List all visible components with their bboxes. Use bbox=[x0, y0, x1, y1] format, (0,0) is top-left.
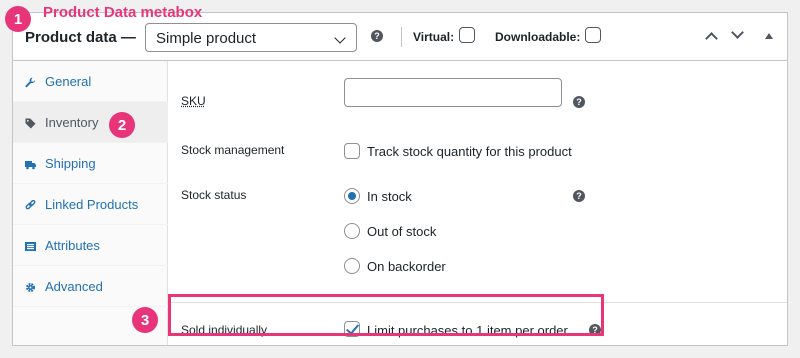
downloadable-checkbox[interactable] bbox=[585, 27, 601, 43]
move-down-icon[interactable] bbox=[731, 26, 744, 39]
tab-label: Attributes bbox=[45, 237, 100, 253]
truck-icon bbox=[25, 158, 36, 169]
tab-attributes[interactable]: Attributes bbox=[13, 225, 168, 266]
tab-advanced[interactable]: Advanced bbox=[13, 266, 168, 307]
annotation-badge-2: 2 bbox=[109, 112, 135, 138]
tab-general[interactable]: General bbox=[13, 61, 168, 102]
move-up-icon[interactable] bbox=[705, 32, 718, 45]
tab-shipping[interactable]: Shipping bbox=[13, 143, 168, 184]
chevron-down-icon bbox=[334, 32, 346, 44]
annotation-title: Product Data metabox bbox=[43, 4, 203, 21]
tab-label: Inventory bbox=[45, 114, 99, 130]
sku-input[interactable] bbox=[344, 78, 562, 107]
highlight-box bbox=[168, 294, 604, 336]
stock-radio-out-of-stock[interactable] bbox=[344, 223, 360, 239]
stock-management-label: Stock management bbox=[181, 143, 285, 157]
stock-option-label: Out of stock bbox=[367, 224, 437, 239]
product-type-select[interactable]: Simple product bbox=[145, 23, 357, 52]
virtual-checkbox[interactable] bbox=[459, 27, 475, 43]
list-icon bbox=[25, 240, 36, 251]
help-icon: ? bbox=[371, 30, 383, 42]
tab-label: Linked Products bbox=[45, 196, 139, 212]
product-type-value: Simple product bbox=[156, 30, 257, 47]
tab-label: General bbox=[45, 73, 92, 89]
link-icon bbox=[25, 199, 36, 210]
wrench-icon bbox=[25, 76, 36, 87]
stock-radio-in-stock[interactable] bbox=[344, 188, 360, 204]
gear-icon bbox=[25, 281, 36, 292]
sku-label: SKU bbox=[181, 94, 206, 108]
annotation-badge-1: 1 bbox=[5, 6, 31, 32]
annotation-badge-3: 3 bbox=[132, 307, 158, 333]
collapse-toggle-icon[interactable] bbox=[765, 33, 773, 39]
stock-radio-on-backorder[interactable] bbox=[344, 258, 360, 274]
product-data-tabs: General Inventory Shipping Linked Produc… bbox=[13, 61, 168, 345]
stock-option-label: On backorder bbox=[367, 259, 446, 274]
stock-status-label: Stock status bbox=[181, 188, 247, 202]
metabox-title: Product data — bbox=[25, 29, 136, 46]
tab-linked-products[interactable]: Linked Products bbox=[13, 184, 168, 225]
track-stock-checkbox[interactable] bbox=[344, 143, 360, 159]
virtual-label: Virtual: bbox=[413, 30, 455, 44]
track-stock-text: Track stock quantity for this product bbox=[367, 144, 572, 159]
header-divider bbox=[401, 27, 402, 47]
tab-inventory[interactable]: Inventory bbox=[13, 102, 168, 143]
downloadable-label: Downloadable: bbox=[495, 30, 581, 44]
sku-help-icon: ? bbox=[573, 96, 585, 108]
tab-label: Shipping bbox=[45, 155, 96, 171]
tab-label: Advanced bbox=[45, 278, 103, 294]
stock-option-label: In stock bbox=[367, 189, 412, 204]
stock-status-help-icon: ? bbox=[573, 190, 585, 202]
tag-icon bbox=[25, 117, 36, 128]
